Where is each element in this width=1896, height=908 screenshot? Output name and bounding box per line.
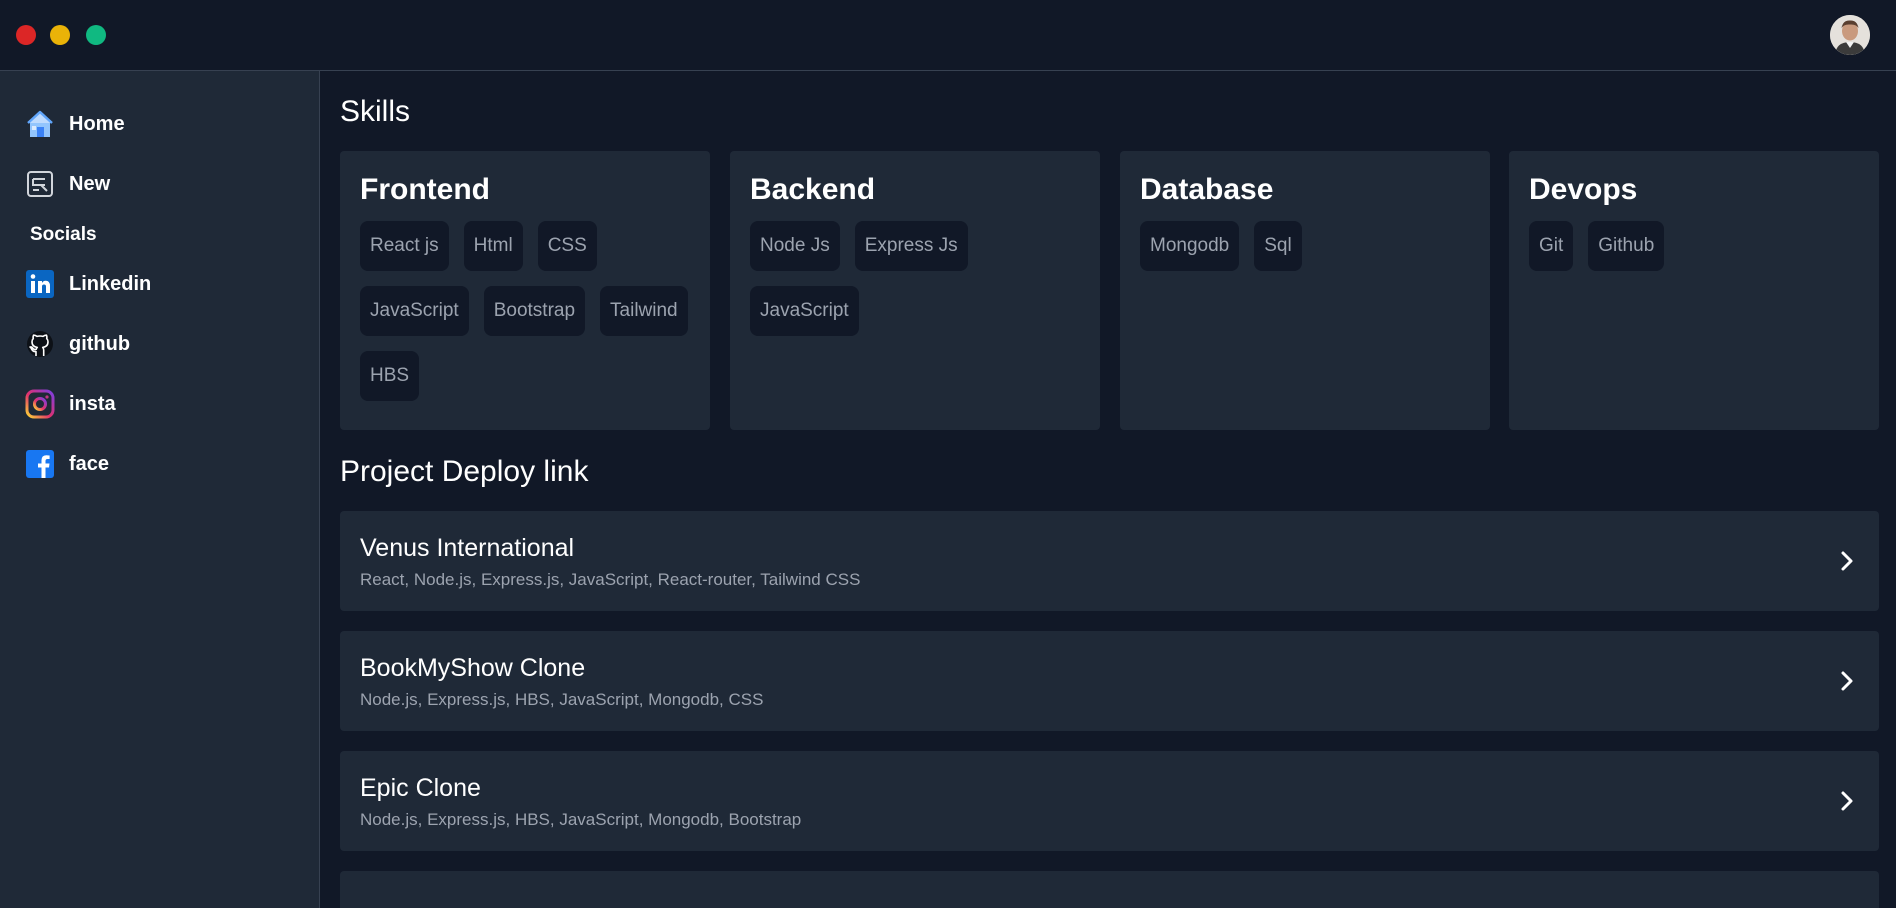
avatar-icon: [1830, 15, 1870, 55]
sidebar-item-new[interactable]: New: [24, 168, 110, 200]
github-icon: [24, 329, 55, 360]
project-tech: Node.js, Express.js, HBS, JavaScript, Mo…: [360, 810, 802, 829]
facebook-icon: [24, 449, 55, 480]
chevron-right-icon: [1841, 551, 1853, 571]
project-tech: React, Node.js, Express.js, JavaScript, …: [360, 570, 861, 589]
project-tech: Node.js, Express.js, HBS, JavaScript, Mo…: [360, 690, 764, 709]
sidebar-item-label: insta: [69, 392, 116, 415]
skill-chip: HBS: [360, 351, 420, 401]
projects-heading: Project Deploy link: [340, 455, 589, 488]
skill-chip: Tailwind: [600, 286, 688, 336]
project-name: BookMyShow Clone: [360, 654, 586, 682]
skill-chip-list: Mongodb Sql: [1140, 221, 1480, 271]
sidebar: Home New Socials Linkedin github insta f…: [0, 71, 320, 908]
sidebar-item-home[interactable]: Home: [24, 108, 125, 140]
skill-card-backend: Backend Node Js Express Js JavaScript: [730, 151, 1100, 430]
sidebar-item-facebook[interactable]: face: [24, 448, 109, 480]
skill-card-title: Devops: [1529, 173, 1638, 206]
sidebar-item-github[interactable]: github: [24, 328, 130, 360]
skill-card-title: Frontend: [360, 173, 490, 206]
sidebar-item-label: New: [69, 172, 111, 195]
skill-chip: Bootstrap: [483, 286, 586, 336]
project-row-epic-clone[interactable]: Epic Clone Node.js, Express.js, HBS, Jav…: [340, 751, 1879, 851]
maximize-window-button[interactable]: [86, 25, 106, 45]
project-row-venus-international[interactable]: Venus International React, Node.js, Expr…: [340, 511, 1879, 611]
chevron-right-icon: [1841, 791, 1853, 811]
project-row-bookmyshow-clone[interactable]: BookMyShow Clone Node.js, Express.js, HB…: [340, 631, 1879, 731]
sidebar-item-label: face: [69, 452, 110, 475]
minimize-window-button[interactable]: [50, 25, 70, 45]
skill-card-devops: Devops Git Github: [1509, 151, 1879, 430]
new-post-icon: [24, 169, 55, 200]
sidebar-item-label: Linkedin: [69, 272, 152, 295]
skill-card-title: Backend: [750, 173, 876, 206]
skill-card-title: Database: [1140, 173, 1274, 206]
instagram-icon: [24, 389, 55, 420]
skill-card-frontend: Frontend React js Html CSS JavaScript Bo…: [340, 151, 710, 430]
socials-heading: Socials: [30, 224, 97, 245]
user-avatar[interactable]: [1830, 15, 1870, 55]
sidebar-item-label: Home: [69, 112, 125, 135]
top-bar: [0, 0, 1896, 71]
skill-chip-list: Git Github: [1529, 221, 1869, 271]
skill-chip: Node Js: [750, 221, 840, 271]
main-content: Skills Frontend React js Html CSS JavaSc…: [340, 71, 1880, 908]
chevron-right-icon: [1841, 671, 1853, 691]
skill-chip: Github: [1588, 221, 1665, 271]
skill-chip-list: Node Js Express Js JavaScript: [750, 221, 1090, 336]
skill-chip: Git: [1529, 221, 1574, 271]
linkedin-icon: [24, 269, 55, 300]
project-name: Epic Clone: [360, 774, 481, 802]
skills-heading: Skills: [340, 95, 411, 128]
skill-chip: CSS: [537, 221, 597, 271]
close-window-button[interactable]: [16, 25, 36, 45]
sidebar-item-linkedin[interactable]: Linkedin: [24, 268, 151, 300]
project-name: Venus International: [360, 534, 575, 562]
skill-chip: Express Js: [854, 221, 968, 271]
skill-chip: Sql: [1254, 221, 1302, 271]
skill-chip: JavaScript: [750, 286, 859, 336]
skill-chip: Mongodb: [1140, 221, 1240, 271]
skill-chip-list: React js Html CSS JavaScript Bootstrap T…: [360, 221, 700, 401]
sidebar-item-instagram[interactable]: insta: [24, 388, 116, 420]
home-icon: [24, 109, 55, 140]
project-row-partial[interactable]: [340, 871, 1879, 908]
skill-chip: React js: [360, 221, 449, 271]
skill-chip: JavaScript: [360, 286, 469, 336]
sidebar-item-label: github: [69, 332, 131, 355]
skill-card-database: Database Mongodb Sql: [1120, 151, 1490, 430]
skill-chip: Html: [463, 221, 523, 271]
